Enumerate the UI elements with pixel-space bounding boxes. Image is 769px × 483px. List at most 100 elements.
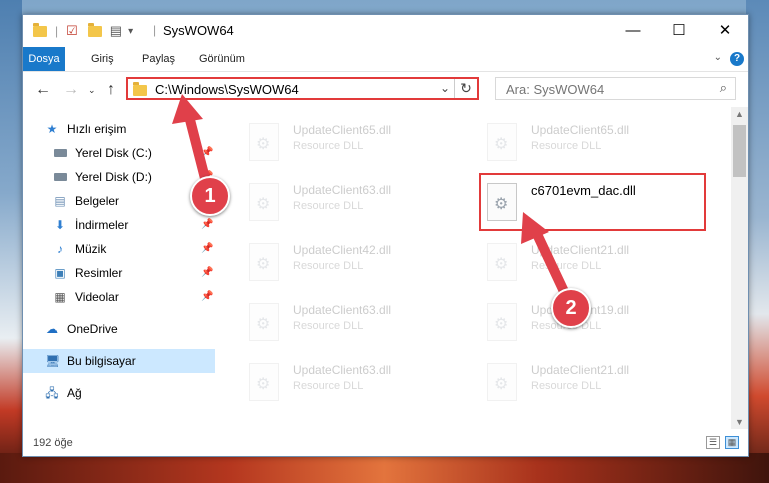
minimize-button[interactable]: — (610, 15, 656, 47)
pin-icon[interactable]: 📌 (201, 243, 213, 254)
scroll-up-icon[interactable]: ▲ (735, 109, 744, 119)
sidebar-item-downloads[interactable]: ⬇ İndirmeler 📌 (23, 213, 215, 237)
separator: | (55, 24, 59, 38)
sidebar-item-label: Müzik (75, 242, 107, 256)
sidebar-item-onedrive[interactable]: ☁ OneDrive (23, 317, 215, 341)
drive-icon (53, 146, 67, 160)
sidebar-item-videos[interactable]: ▦ Videolar 📌 (23, 285, 215, 309)
folder-icon (133, 82, 147, 96)
pin-icon[interactable]: 📌 (201, 291, 213, 302)
quick-access-toolbar: | ☑ ▤ ▾ (33, 22, 133, 40)
file-type: Resource DLL (293, 200, 364, 212)
sidebar-item-quick-access[interactable]: ★ Hızlı erişim (23, 117, 215, 141)
chevron-down-icon[interactable]: ▾ (128, 26, 133, 37)
help-icon[interactable]: ? (730, 52, 744, 66)
scroll-down-icon[interactable]: ▼ (735, 417, 744, 427)
dll-file-icon (487, 243, 517, 281)
properties-icon[interactable]: ☑ (66, 23, 78, 39)
tab-share[interactable]: Paylaş (134, 47, 183, 71)
documents-icon: ▤ (54, 194, 66, 208)
file-name: UpdateClient63.dll (293, 363, 392, 377)
navigation-pane: ★ Hızlı erişim Yerel Disk (C:) 📌 Yerel D… (23, 107, 215, 427)
separator: | (153, 23, 157, 37)
file-name: UpdateClient42.dll (293, 243, 392, 257)
expand-ribbon-icon[interactable]: ⌄ (714, 52, 722, 63)
file-type: Resource DLL (293, 140, 364, 152)
sidebar-item-label: Resimler (75, 266, 123, 280)
tab-view[interactable]: Görünüm (191, 47, 253, 71)
sidebar-item-disk-d[interactable]: Yerel Disk (D:) 📌 (23, 165, 215, 189)
close-button[interactable]: ✕ (702, 15, 748, 47)
vertical-scrollbar[interactable]: ▲ ▼ (731, 107, 748, 429)
sidebar-item-label: İndirmeler (75, 218, 129, 232)
sidebar-item-network[interactable]: 🖧 Ağ (23, 381, 215, 405)
new-folder-icon[interactable] (87, 22, 102, 37)
refresh-icon[interactable]: ↻ (454, 79, 477, 98)
file-name: UpdateClient21.dll (531, 363, 630, 377)
forward-arrow-icon[interactable]: → (63, 81, 79, 99)
status-bar: 192 öğe ☰ ▦ (23, 431, 748, 455)
pictures-icon: ▣ (54, 266, 66, 280)
recent-locations-icon[interactable]: ⌄ (88, 85, 96, 96)
file-name: UpdateClient65.dll (293, 123, 392, 137)
sidebar-item-documents[interactable]: ▤ Belgeler 📌 (23, 189, 215, 213)
sidebar-item-music[interactable]: ♪ Müzik 📌 (23, 237, 215, 261)
target-file-highlight (479, 173, 706, 231)
downloads-icon: ⬇ (54, 218, 66, 232)
dll-file-icon (249, 363, 279, 401)
step-badge-1: 1 (190, 176, 230, 216)
sidebar-item-pictures[interactable]: ▣ Resimler 📌 (23, 261, 215, 285)
file-type: Resource DLL (293, 380, 364, 392)
search-icon[interactable]: ⌕ (720, 80, 727, 96)
sidebar-item-label: Hızlı erişim (67, 122, 127, 136)
file-name: UpdateClient63.dll (293, 303, 392, 317)
customize-icon[interactable]: ▤ (110, 23, 122, 39)
list-item[interactable]: UpdateClient21.dll Resource DLL (479, 239, 699, 285)
list-item[interactable]: UpdateClient63.dll Resource DLL (241, 359, 461, 405)
dll-file-icon (249, 303, 279, 341)
file-type: Resource DLL (293, 260, 364, 272)
videos-icon: ▦ (54, 290, 66, 304)
wallpaper-bottom (0, 453, 769, 483)
pin-icon[interactable]: 📌 (201, 147, 213, 158)
address-path[interactable]: C:\Windows\SysWOW64 (155, 82, 299, 97)
file-type: Resource DLL (531, 260, 602, 272)
details-view-icon[interactable]: ☰ (706, 436, 720, 449)
tab-file[interactable]: Dosya (23, 47, 65, 71)
list-item[interactable]: UpdateClient63.dll Resource DLL (241, 299, 461, 345)
network-icon: 🖧 (45, 386, 59, 400)
list-item[interactable]: UpdateClient21.dll Resource DLL (479, 359, 699, 405)
cloud-icon: ☁ (46, 322, 58, 336)
list-item[interactable]: UpdateClient42.dll Resource DLL (241, 239, 461, 285)
dll-file-icon (249, 243, 279, 281)
sidebar-item-label: OneDrive (67, 322, 118, 336)
list-item[interactable]: UpdateClient65.dll Resource DLL (479, 119, 699, 165)
list-item[interactable]: UpdateClient63.dll Resource DLL (241, 179, 461, 225)
address-bar[interactable]: C:\Windows\SysWOW64 ⌄ ↻ (126, 77, 479, 100)
list-item[interactable]: UpdateClient65.dll Resource DLL (241, 119, 461, 165)
dll-file-icon (249, 183, 279, 221)
folder-icon (33, 22, 47, 37)
tab-home[interactable]: Giriş (83, 47, 122, 71)
pin-icon[interactable]: 📌 (201, 267, 213, 278)
maximize-button[interactable]: ☐ (656, 15, 702, 47)
computer-icon: 🖥 (45, 354, 61, 368)
pin-icon[interactable]: 📌 (201, 219, 213, 230)
back-arrow-icon[interactable]: ← (35, 81, 51, 99)
sidebar-item-disk-c[interactable]: Yerel Disk (C:) 📌 (23, 141, 215, 165)
search-input[interactable] (504, 81, 708, 98)
navigation-bar: ← → ⌄ ↑ C:\Windows\SysWOW64 ⌄ ↻ ⌕ (23, 72, 748, 106)
up-arrow-icon[interactable]: ↑ (107, 81, 115, 99)
search-box[interactable]: ⌕ (495, 77, 736, 100)
scrollbar-thumb[interactable] (733, 125, 746, 177)
large-icons-view-icon[interactable]: ▦ (725, 436, 739, 449)
wallpaper-right (746, 0, 769, 483)
title-bar: | ☑ ▤ ▾ | SysWOW64 — ☐ ✕ (23, 15, 748, 47)
dll-file-icon (249, 123, 279, 161)
music-icon: ♪ (57, 242, 63, 256)
sidebar-item-this-pc[interactable]: 🖥 Bu bilgisayar (23, 349, 215, 373)
file-type: Resource DLL (293, 320, 364, 332)
sidebar-item-label: Belgeler (75, 194, 120, 208)
chevron-down-icon[interactable]: ⌄ (440, 81, 450, 95)
wallpaper-left (0, 0, 22, 483)
